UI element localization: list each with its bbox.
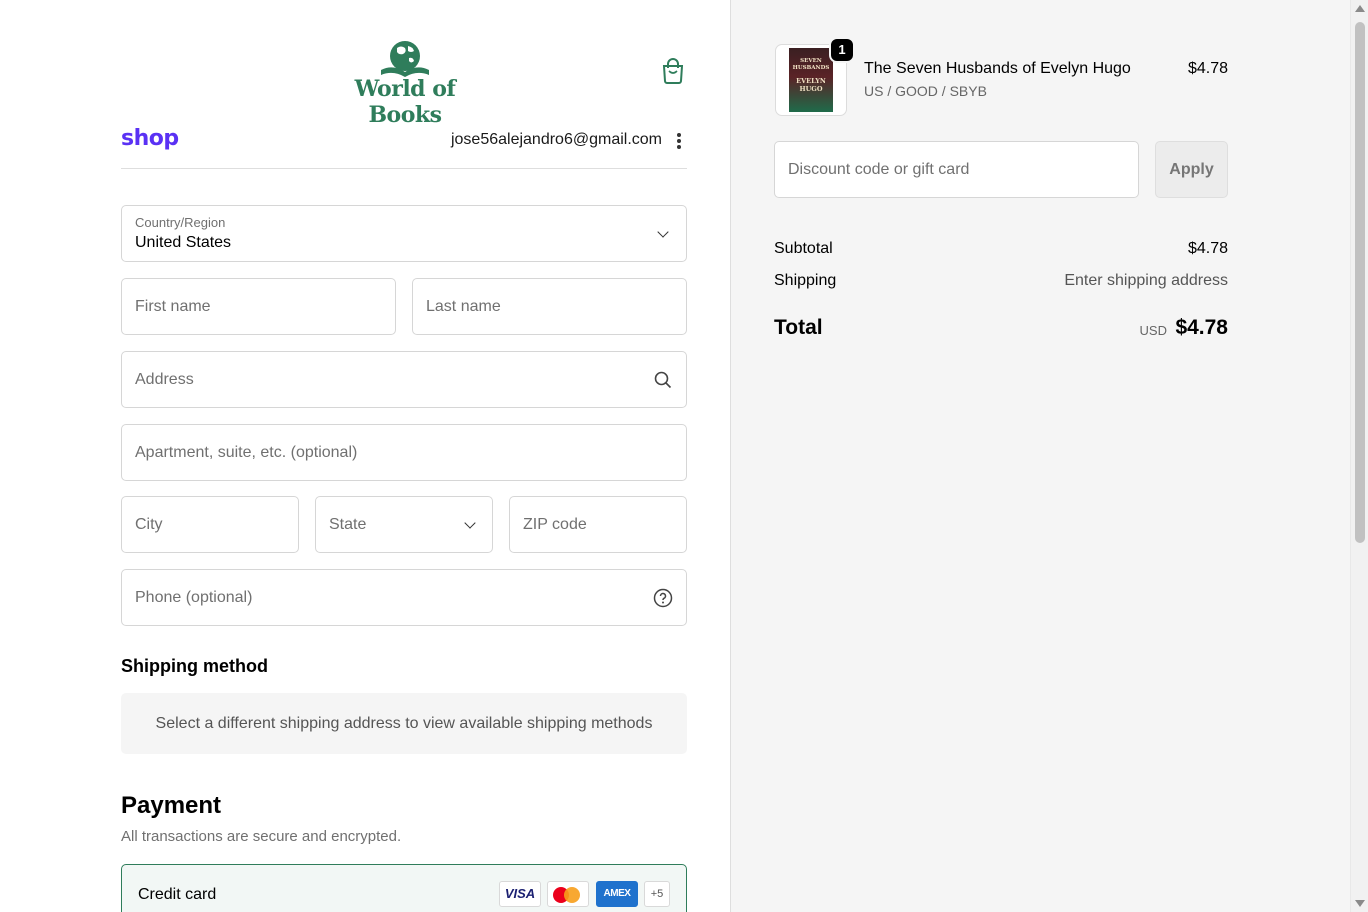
subtotal-value: $4.78 [1187, 240, 1228, 257]
scroll-down-icon[interactable] [1355, 900, 1365, 907]
credit-card-option[interactable]: Credit card VISA AMEX +5 [121, 864, 687, 912]
credit-card-label: Credit card [138, 886, 217, 903]
visa-icon: VISA [499, 881, 541, 907]
apartment-field[interactable]: Apartment, suite, etc. (optional) [121, 424, 687, 481]
more-cards-badge: +5 [644, 881, 670, 907]
product-variant: US / GOOD / SBYB [864, 83, 987, 99]
more-options-icon[interactable] [672, 131, 686, 149]
subtotal-label: Subtotal [774, 240, 833, 257]
first-name-field[interactable]: First name [121, 278, 396, 335]
city-placeholder: City [135, 515, 163, 533]
zip-placeholder: ZIP code [523, 515, 587, 533]
book-cover-image: SEVEN HUSBANDS EVELYN HUGO [789, 48, 833, 112]
quantity-badge: 1 [829, 37, 855, 63]
search-icon [654, 371, 672, 389]
apartment-placeholder: Apartment, suite, etc. (optional) [135, 443, 358, 461]
country-value: United States [135, 234, 232, 251]
total-value: $4.78 [1175, 316, 1228, 339]
zip-field[interactable]: ZIP code [509, 496, 687, 553]
divider [121, 168, 687, 169]
mastercard-icon [547, 881, 589, 907]
payment-subtitle: All transactions are secure and encrypte… [121, 828, 402, 845]
scrollbar-thumb[interactable] [1355, 22, 1365, 543]
help-icon[interactable] [653, 588, 673, 608]
product-price: $4.78 [1187, 60, 1228, 77]
scroll-up-icon[interactable] [1355, 5, 1365, 12]
discount-code-input[interactable]: Discount code or gift card [774, 141, 1139, 198]
shipping-method-title: Shipping method [121, 656, 268, 676]
first-name-placeholder: First name [135, 297, 211, 315]
phone-field[interactable]: Phone (optional) [121, 569, 687, 626]
chevron-down-icon [657, 226, 669, 238]
shipping-value: Enter shipping address [1064, 272, 1228, 289]
shipping-label: Shipping [774, 272, 837, 289]
checkout-form-panel: World of Books shop jose56alejandro6@gma… [0, 0, 731, 912]
country-select[interactable]: Country/Region United States [121, 205, 687, 262]
scrollbar[interactable] [1350, 0, 1368, 912]
amex-icon: AMEX [596, 881, 638, 907]
country-label: Country/Region [135, 215, 226, 230]
payment-title: Payment [121, 792, 222, 819]
discount-placeholder: Discount code or gift card [788, 161, 970, 178]
last-name-placeholder: Last name [426, 297, 501, 315]
total-currency: USD [1139, 323, 1167, 338]
globe-book-icon [381, 41, 429, 77]
chevron-down-icon [464, 517, 476, 529]
shopping-bag-icon[interactable] [660, 57, 686, 85]
state-placeholder: State [329, 515, 367, 533]
store-logo[interactable]: World of Books [320, 40, 490, 128]
account-email: jose56alejandro6@gmail.com [450, 131, 662, 148]
phone-placeholder: Phone (optional) [135, 588, 253, 606]
shop-pay-logo: shop [121, 126, 179, 151]
address-field[interactable]: Address [121, 351, 687, 408]
address-placeholder: Address [135, 370, 194, 388]
city-field[interactable]: City [121, 496, 299, 553]
apply-button[interactable]: Apply [1155, 141, 1228, 198]
order-summary-panel [731, 0, 1350, 912]
total-label: Total [774, 316, 823, 339]
last-name-field[interactable]: Last name [412, 278, 687, 335]
state-select[interactable]: State [315, 496, 493, 553]
product-name: The Seven Husbands of Evelyn Hugo [864, 60, 1131, 77]
store-name: World of Books [354, 76, 456, 128]
shipping-method-notice: Select a different shipping address to v… [121, 693, 687, 754]
